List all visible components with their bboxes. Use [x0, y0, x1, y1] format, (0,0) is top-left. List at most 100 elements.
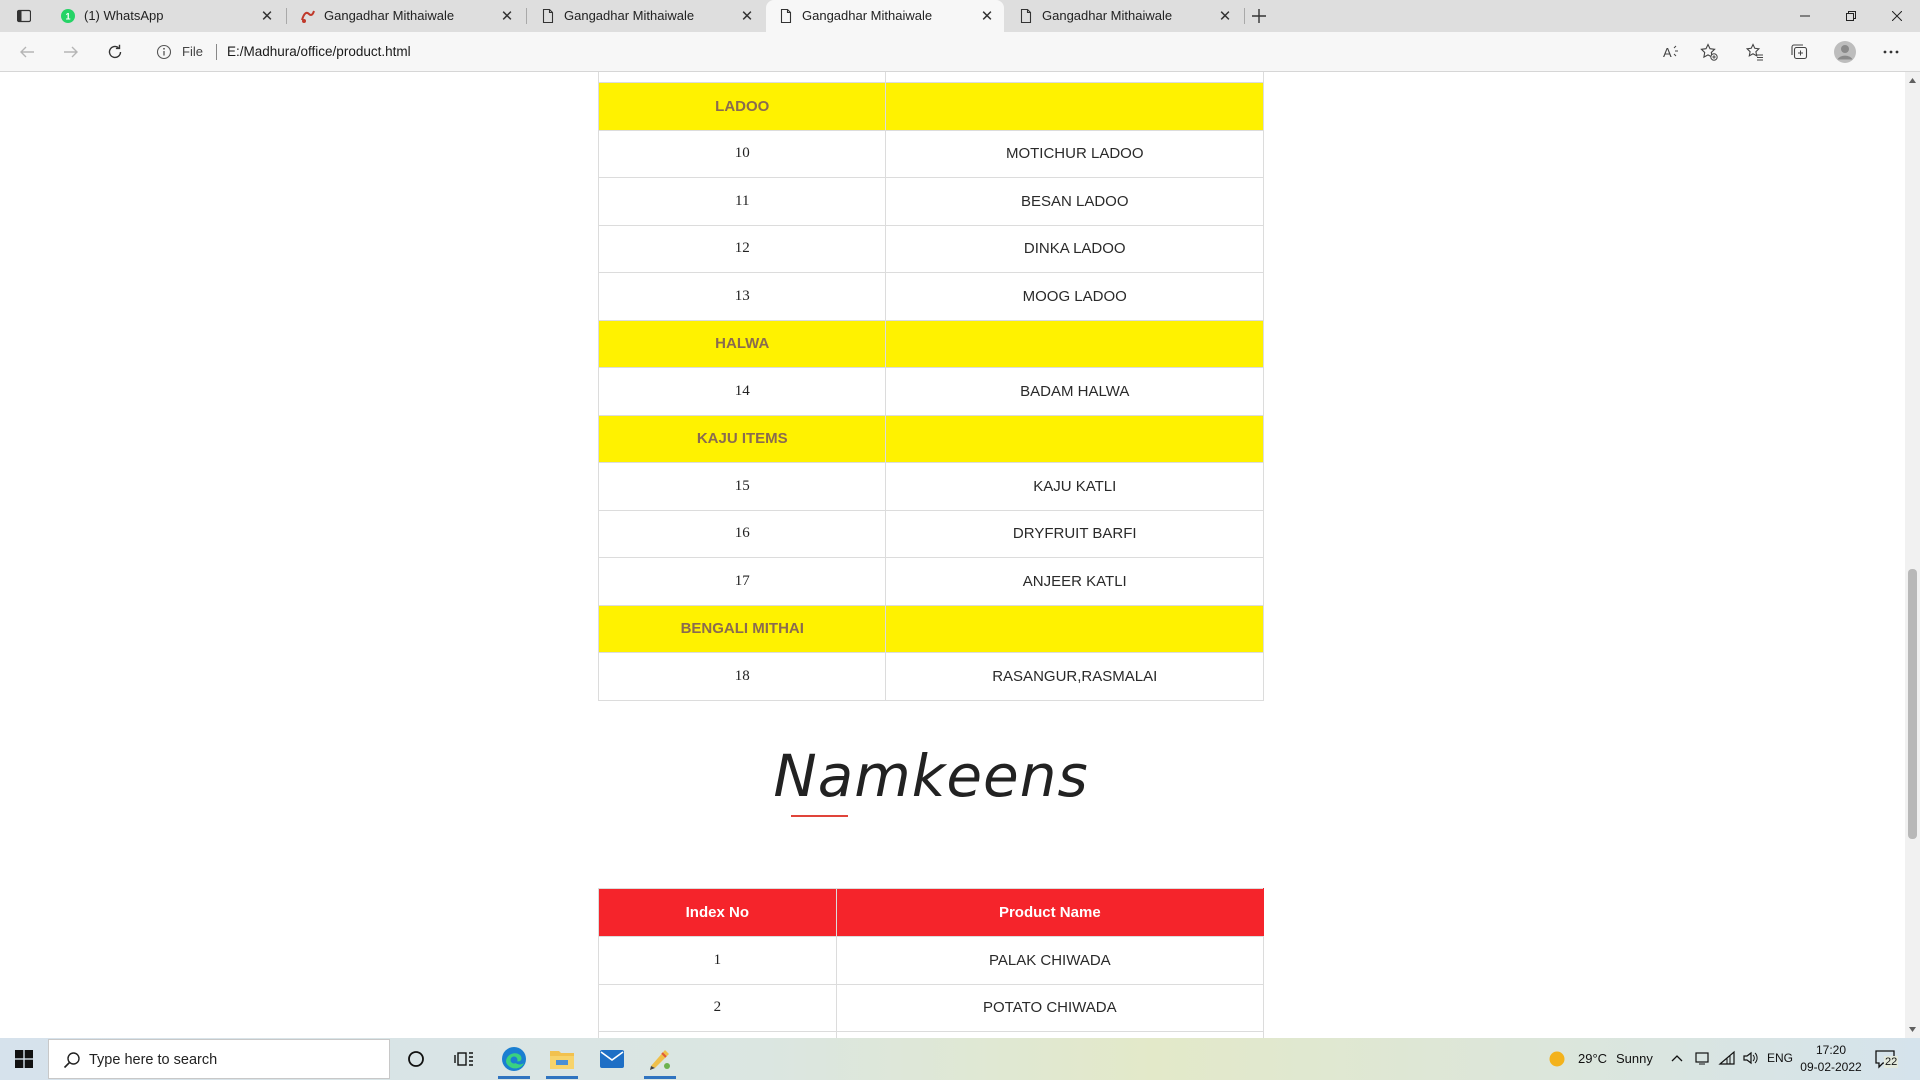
svg-text:1: 1 — [65, 12, 70, 22]
start-button[interactable] — [0, 1038, 48, 1080]
tab-separator — [526, 8, 527, 24]
close-tab-icon[interactable]: ✕ — [738, 7, 756, 25]
close-window-button[interactable] — [1874, 0, 1920, 32]
table-row: 17 ANJEER KATLI — [597, 557, 1264, 606]
index-cell: 13 — [597, 272, 887, 321]
clock-date: 09-02-2022 — [1800, 1060, 1862, 1074]
action-center-button[interactable]: 22 — [1872, 1046, 1906, 1072]
site-info-icon[interactable] — [156, 44, 172, 60]
sweets-table: LADOO 10 MOTICHUR LADOO 11 BESAN LADOO 12 DINK… — [597, 72, 1264, 701]
product-name-cell: PALAK CHIWADA — [835, 936, 1265, 985]
tab-actions-button[interactable] — [10, 5, 38, 27]
tab-gangadhar-3-active[interactable]: Gangadhar Mithaiwale ✕ — [766, 0, 1004, 32]
more-dots-icon — [1883, 50, 1899, 54]
index-cell — [597, 72, 887, 83]
close-tab-icon[interactable]: ✕ — [258, 7, 276, 25]
favorites-button[interactable] — [1740, 38, 1770, 66]
refresh-icon — [108, 44, 122, 59]
product-name-cell: BADAM HALWA — [885, 367, 1264, 416]
taskbar-search-box[interactable]: Type here to search — [48, 1039, 390, 1079]
volume-icon[interactable] — [1742, 1050, 1760, 1066]
index-cell: 12 — [597, 224, 887, 273]
category-label: HALWA — [597, 319, 887, 368]
scrollbar-thumb[interactable] — [1908, 569, 1917, 839]
table-row: 10 MOTICHUR LADOO — [597, 129, 1264, 178]
tab-title: (1) WhatsApp — [84, 8, 164, 23]
tab-whatsapp[interactable]: 1 (1) WhatsApp ✕ — [48, 0, 284, 32]
table-row: 14 BADAM HALWA — [597, 367, 1264, 416]
refresh-button[interactable] — [100, 38, 130, 66]
index-cell: 17 — [597, 557, 887, 606]
index-cell: 18 — [597, 652, 887, 701]
collections-icon — [1791, 44, 1808, 60]
product-name-cell: DRYFRUIT BARFI — [885, 509, 1264, 558]
close-tab-icon[interactable]: ✕ — [498, 7, 516, 25]
task-view-button[interactable] — [440, 1038, 488, 1080]
edge-browser-icon — [502, 1047, 526, 1071]
tab-gangadhar-1[interactable]: Gangadhar Mithaiwale ✕ — [288, 0, 524, 32]
tab-title: Gangadhar Mithaiwale — [324, 8, 455, 23]
spellcheck-underline — [791, 815, 848, 817]
cortana-circle-icon — [408, 1051, 424, 1067]
close-icon — [1892, 11, 1902, 21]
page-icon — [540, 8, 556, 24]
search-placeholder: Type here to search — [89, 1052, 218, 1068]
minimize-button[interactable] — [1782, 0, 1828, 32]
tab-gangadhar-2[interactable]: Gangadhar Mithaiwale ✕ — [528, 0, 764, 32]
network-icon[interactable] — [1718, 1050, 1736, 1066]
new-tab-button[interactable] — [1246, 4, 1272, 28]
tab-gangadhar-4[interactable]: Gangadhar Mithaiwale ✕ — [1006, 0, 1242, 32]
column-header-product: Product Name — [835, 888, 1265, 937]
taskbar-mail[interactable] — [588, 1038, 636, 1080]
plus-icon — [1252, 9, 1266, 23]
index-cell: 16 — [597, 509, 887, 558]
meet-now-icon[interactable] — [1694, 1050, 1710, 1066]
windows-taskbar: Type here to search 29°C Sunny ENG 17:20… — [0, 1038, 1920, 1080]
collections-button[interactable] — [1784, 38, 1814, 66]
favorites-icon — [1746, 43, 1763, 61]
scroll-up-arrow-icon[interactable] — [1908, 76, 1917, 85]
sun-icon — [1549, 1051, 1565, 1067]
add-favorite-button[interactable] — [1694, 38, 1724, 66]
address-bar[interactable]: File E:/Madhura/office/product.html — [146, 36, 1736, 68]
vertical-scrollbar[interactable] — [1905, 72, 1920, 1038]
task-view-icon — [454, 1052, 473, 1066]
index-cell: 10 — [597, 129, 887, 178]
settings-more-button[interactable] — [1876, 38, 1906, 66]
forward-button[interactable] — [56, 38, 86, 66]
clock[interactable]: 17:20 09-02-2022 — [1796, 1042, 1866, 1076]
close-tab-icon[interactable]: ✕ — [978, 7, 996, 25]
taskbar-paint[interactable] — [636, 1038, 684, 1080]
mail-icon — [600, 1050, 624, 1068]
table-row — [597, 72, 1264, 83]
index-cell: 2 — [598, 983, 837, 1032]
url-text[interactable]: E:/Madhura/office/product.html — [227, 44, 411, 59]
taskbar-edge[interactable] — [490, 1038, 538, 1080]
tab-title: Gangadhar Mithaiwale — [802, 8, 933, 23]
language-indicator[interactable]: ENG — [1767, 1051, 1793, 1065]
namkeens-table: Index No Product Name 1 PALAK CHIWADA 2 … — [598, 888, 1265, 1038]
product-name-cell: DINKA LADOO — [885, 224, 1264, 273]
restore-button[interactable] — [1828, 0, 1874, 32]
close-tab-icon[interactable]: ✕ — [1216, 7, 1234, 25]
product-name-cell: MOOG LADOO — [885, 272, 1264, 321]
chevron-up-icon[interactable] — [1670, 1052, 1684, 1066]
category-label: LADOO — [597, 82, 887, 131]
category-row: HALWA — [597, 319, 1264, 368]
windows-logo-icon — [15, 1050, 33, 1068]
taskbar-file-explorer[interactable] — [538, 1038, 586, 1080]
cortana-button[interactable] — [392, 1038, 440, 1080]
tab-separator — [1244, 8, 1245, 24]
scroll-down-arrow-icon[interactable] — [1908, 1025, 1917, 1034]
star-add-icon — [1700, 43, 1718, 61]
back-button[interactable] — [12, 38, 42, 66]
table-row: 12 DINKA LADOO — [597, 224, 1264, 273]
back-arrow-icon — [20, 46, 34, 58]
profile-button[interactable] — [1830, 38, 1860, 66]
brand-logo-icon — [300, 8, 316, 24]
category-row: BENGALI MITHAI — [597, 604, 1264, 653]
table-row: 16 DRYFRUIT BARFI — [597, 509, 1264, 558]
table-row: 11 BESAN LADOO — [597, 177, 1264, 226]
read-aloud-button[interactable]: A — [1656, 38, 1686, 66]
scheme-label: File — [182, 44, 203, 59]
